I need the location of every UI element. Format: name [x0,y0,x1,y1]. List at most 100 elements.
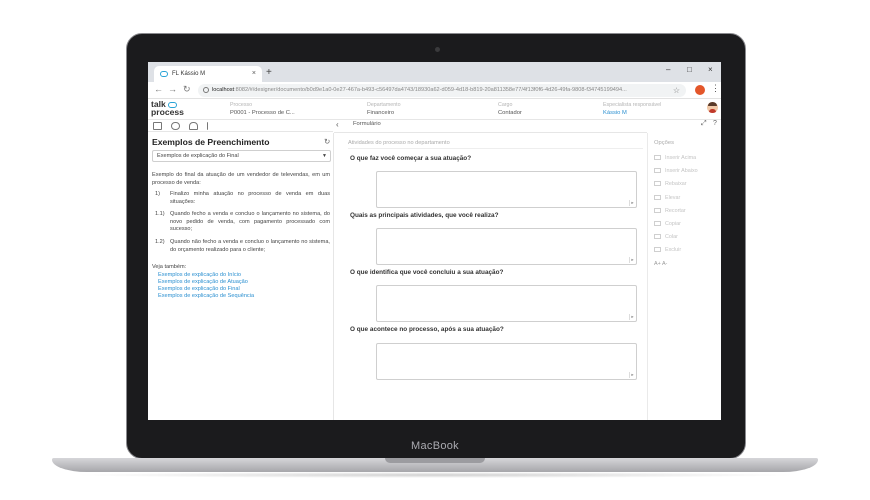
maximize-button[interactable]: □ [687,65,692,74]
insert-below-icon [654,168,661,174]
examples-panel: Exemplos de Preenchimento ↻ Exemplos de … [148,133,334,420]
forward-arrow-icon[interactable]: → [168,84,177,94]
refresh-icon[interactable]: ↻ [324,137,330,146]
user-avatar[interactable] [707,102,718,113]
promote-icon [654,195,661,201]
bookmark-star-icon[interactable]: ☆ [673,84,680,97]
paste-icon [654,234,661,240]
copy-icon [654,221,661,227]
info-icon[interactable] [203,87,209,93]
see-also-link[interactable]: Exemplos de explicação do Final [158,286,240,293]
options-title: Opções [654,140,674,146]
chat-icon[interactable] [171,122,180,130]
resize-handle-icon[interactable]: ▸ [629,372,635,378]
process-label: Processo [230,102,253,108]
paste-button[interactable]: Colar [654,234,678,240]
browser-tab[interactable]: FL Kássio M × [154,66,262,82]
answer-textarea-4[interactable]: ▸ [376,343,637,380]
options-panel: Opções Inserir Acima Inserir Abaixo Reba… [647,133,721,420]
see-also-label: Veja também: [152,264,187,270]
reload-icon[interactable]: ↻ [183,84,191,95]
close-window-button[interactable]: × [708,65,713,74]
list-icon[interactable] [207,122,216,130]
question-label: Quais as principais atividades, que você… [350,212,499,219]
option-label: Elevar [665,195,681,201]
section-divider [348,148,643,149]
cut-button[interactable]: Recortar [654,208,686,214]
resize-handle-icon[interactable]: ▸ [629,200,635,206]
help-icon[interactable]: ? [713,120,717,127]
tab-close-icon[interactable]: × [252,66,256,82]
delete-button[interactable]: Excluir [654,247,681,253]
question-label: O que faz você começar a sua atuação? [350,155,472,162]
resize-handle-icon[interactable]: ▸ [629,257,635,263]
item-text: Finalizo minha atuação no processo de ve… [170,191,330,205]
divider [334,132,647,133]
expand-icon[interactable]: ⤢ [701,120,707,128]
examples-select[interactable]: Exemplos de explicação do Final ▼ [152,150,331,162]
minimize-button[interactable]: – [666,65,670,74]
department-value: Financeiro [367,110,395,116]
example-item: 1.1) Quando fecho a venda e concluo o la… [152,211,330,234]
logo-line-2: process [151,107,184,117]
scissors-icon [654,208,661,214]
option-label: Rebaixar [665,181,687,187]
demote-icon [654,181,661,187]
process-field: Processo P0001 - Processo de C... [230,102,295,117]
webcam [435,47,440,52]
resize-handle-icon[interactable]: ▸ [629,314,635,320]
browser-menu-icon[interactable]: ⋮ [711,83,720,94]
see-also-link[interactable]: Exemplos de explicação do Início [158,272,241,279]
browser-tab-bar: FL Kássio M × + – □ × [148,62,721,82]
address-bar[interactable]: localhost:8082/#/designer/documento/b0d9… [198,84,686,97]
answer-textarea-3[interactable]: ▸ [376,285,637,322]
answer-textarea-1[interactable]: ▸ [376,171,637,208]
option-label: Colar [665,234,678,240]
copy-button[interactable]: Copiar [654,221,681,227]
back-arrow-icon[interactable]: ← [154,84,163,94]
screen: FL Kássio M × + – □ × ← → ↻ localhost:80… [148,62,721,420]
panel-title: Exemplos de Preenchimento [152,137,270,147]
font-size-controls[interactable]: A+ A- [654,261,667,267]
specialist-label: Especialista responsável [603,102,662,108]
answer-textarea-2[interactable]: ▸ [376,228,637,265]
laptop-brand: MacBook [411,440,459,452]
talkprocess-favicon-icon [160,71,168,77]
see-also-link[interactable]: Exemplos de explicação de Atuação [158,279,248,286]
demote-button[interactable]: Rebaixar [654,181,687,187]
url-host: localhost [212,87,235,93]
talkprocess-logo: talk process [151,100,184,117]
item-number: 1) [155,191,160,197]
see-also-link[interactable]: Exemplos de explicação de Sequência [158,293,254,300]
process-value: P0001 - Processo de C... [230,110,295,116]
option-label: Inserir Acima [665,155,697,161]
new-tab-button[interactable]: + [266,66,272,80]
extension-icon[interactable] [695,85,705,95]
bell-icon[interactable] [189,122,198,130]
insert-above-button[interactable]: Inserir Acima [654,155,696,161]
insert-above-icon [654,155,661,161]
item-number: 1.1) [155,211,165,217]
laptop-shadow [70,472,800,478]
app-header: talk process Processo P0001 - Processo d… [148,99,721,120]
section-title: Atividades do processo no departamento [348,140,450,146]
option-label: Copiar [665,221,681,227]
laptop-notch [385,458,485,463]
insert-below-button[interactable]: Inserir Abaixo [654,168,698,174]
item-text: Quando não fecho a venda e concluo o lan… [170,239,330,253]
left-panel-toolbar [148,120,333,132]
question-label: O que acontece no processo, após a sua a… [350,326,504,333]
option-label: Inserir Abaixo [665,168,698,174]
example-item: 1.2) Quando não fecho a venda e concluo … [152,239,330,254]
item-number: 1.2) [155,239,165,245]
promote-button[interactable]: Elevar [654,195,680,201]
collapse-panel-icon[interactable]: ‹ [336,120,339,129]
document-icon[interactable] [153,122,162,130]
tab-form[interactable]: Formulário [353,121,381,127]
department-field: Departamento Financeiro [367,102,401,117]
question-label: O que identifica que você concluiu a sua… [350,269,504,276]
option-label: Excluir [665,247,682,253]
browser-toolbar: ← → ↻ localhost:8082/#/designer/document… [148,82,721,99]
specialist-value[interactable]: Kássio M [603,109,661,117]
specialist-field: Especialista responsável Kássio M [603,102,661,117]
